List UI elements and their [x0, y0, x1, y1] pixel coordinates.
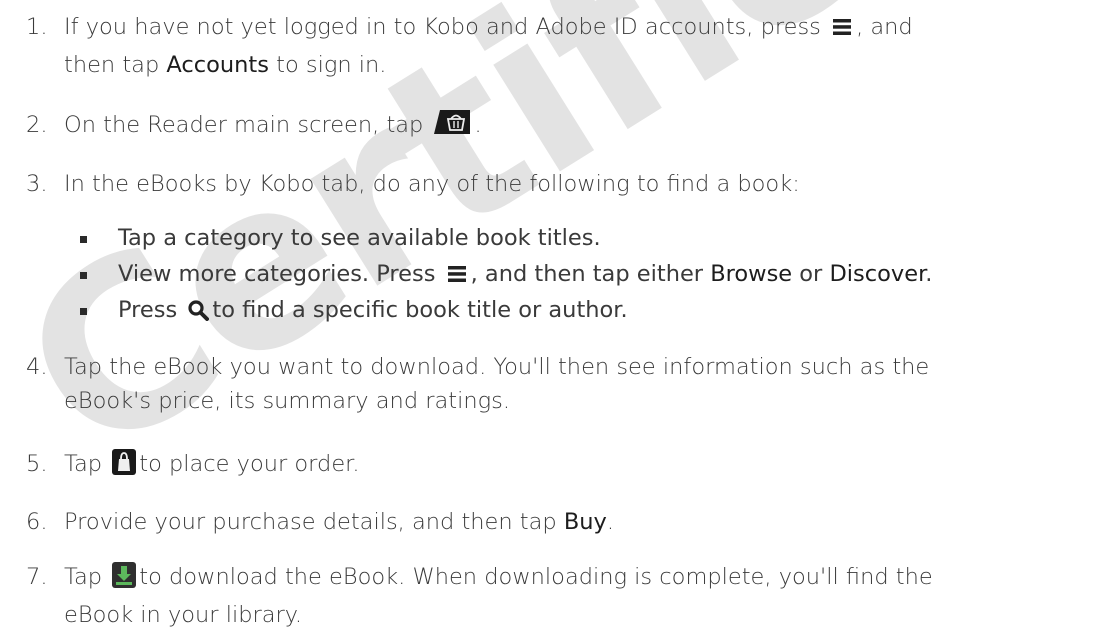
discover-label: Discover: [829, 261, 926, 287]
step-text: Tap: [64, 451, 103, 477]
step-number: 4.: [26, 354, 48, 380]
step-2: 2. On the Reader main screen, tap .: [26, 108, 1086, 146]
bullet: [80, 236, 87, 243]
step-text: to sign in.: [268, 52, 387, 78]
step-text: .: [606, 509, 615, 535]
substep-2: View more categories. Press , and then t…: [64, 257, 932, 295]
substep-text: or: [792, 261, 830, 287]
step-text: to download the eBook. When downloading …: [139, 564, 933, 590]
bullet: [80, 308, 87, 315]
step-text: Tap: [64, 564, 103, 590]
step-5: 5. Tap to place your order.: [26, 447, 1086, 485]
step-text: eBook's price, its summary and ratings.: [64, 388, 511, 414]
step-number: 3.: [26, 171, 48, 197]
substep-text: to find a specific book title or author.: [212, 297, 628, 323]
step-text: .: [474, 112, 482, 138]
substep-text: .: [925, 261, 933, 287]
menu-icon: [446, 261, 468, 295]
step-1: 1. If you have not yet logged in to Kobo…: [26, 10, 1086, 82]
buy-label: Buy: [563, 509, 607, 535]
substep-text: Tap a category to see available book tit…: [118, 225, 601, 251]
substep-text: View more categories. Press: [118, 261, 436, 287]
browse-label: Browse: [710, 261, 793, 287]
bullet: [80, 272, 87, 279]
step-text: to place your order.: [139, 451, 360, 477]
substep-text: , and then tap either: [470, 261, 711, 287]
accounts-label: Accounts: [166, 52, 269, 78]
step-text: On the Reader main screen, tap: [64, 112, 424, 138]
step-text: , and: [856, 14, 913, 40]
step-3: 3. In the eBooks by Kobo tab, do any of …: [26, 167, 1086, 201]
step-number: 1.: [26, 14, 48, 40]
step-number: 5.: [26, 451, 48, 477]
menu-icon: [831, 14, 854, 48]
store-basket-icon: [433, 108, 472, 146]
step-text: eBook in your library.: [64, 602, 303, 628]
step-text: In the eBooks by Kobo tab, do any of the…: [64, 171, 800, 197]
step-number: 2.: [26, 112, 48, 138]
step-7: 7. Tap to download the eBook. When downl…: [26, 560, 1086, 632]
step-4: 4. Tap the eBook you want to download. Y…: [26, 350, 1086, 418]
step-6: 6. Provide your purchase details, and th…: [26, 505, 1086, 539]
substep-text: Press: [118, 297, 178, 323]
shopping-bag-icon: [112, 449, 137, 485]
step-text: If you have not yet logged in to Kobo an…: [64, 14, 821, 40]
step-text: Provide your purchase details, and then …: [64, 509, 564, 535]
substep-1: Tap a category to see available book tit…: [64, 221, 601, 255]
substep-3: Press to find a specific book title or a…: [64, 293, 628, 331]
step-text: Tap the eBook you want to download. You'…: [64, 354, 930, 380]
download-icon: [112, 562, 137, 598]
step-number: 7.: [26, 564, 48, 590]
search-icon: [187, 297, 210, 331]
step-text: then tap: [64, 52, 167, 78]
step-number: 6.: [26, 509, 48, 535]
